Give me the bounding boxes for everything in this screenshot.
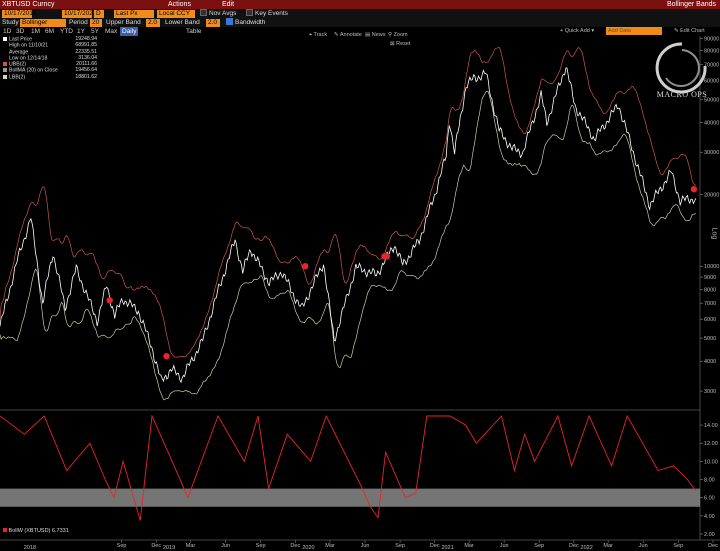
edit-chart-button[interactable]: ✎ Edit Chart <box>674 28 705 34</box>
x-tick-label: Dec <box>430 543 440 549</box>
y-tick-label: 9000 <box>704 275 716 281</box>
legend-swatch <box>3 37 7 41</box>
zoom-tool[interactable]: ⚲ Zoom <box>388 32 408 38</box>
y-tick-label: 5000 <box>704 336 716 342</box>
bw-tick-label: 10.00 <box>704 459 718 465</box>
bandwidth-legend: BollW (XBTUSD) 6.7331 <box>3 528 69 534</box>
x-tick-label: Mar <box>325 543 335 549</box>
legend-spacer <box>3 56 7 60</box>
track-label: Track <box>313 32 328 38</box>
legend-spacer <box>3 50 7 54</box>
bandwidth-swatch <box>3 528 7 532</box>
upper-band-line <box>0 46 697 358</box>
legend-text: BollMA (20) on Close <box>9 67 58 74</box>
x-tick-label: Mar <box>464 543 474 549</box>
x-year-label: 2019 <box>163 545 175 551</box>
x-year-label: 2022 <box>581 545 593 551</box>
pencil-icon: ✎ <box>674 28 679 34</box>
annotate-icon: ✎ <box>334 32 339 38</box>
quick-add-label: Quick Add <box>564 28 590 34</box>
legend-text: UBB(2) <box>9 61 27 68</box>
bw-tick-label: 12.00 <box>704 441 718 447</box>
y-tick-label: 10000 <box>704 264 719 270</box>
legend-row: LBB(2) 18801.62 <box>3 73 97 81</box>
bw-tick-label: 8.00 <box>704 478 715 484</box>
signal-dot <box>383 253 390 260</box>
bandwidth-legend-value: 6.7331 <box>51 528 69 534</box>
legend-text: Low on 12/14/18 <box>9 55 48 62</box>
x-year-label: 2018 <box>24 545 36 551</box>
y-tick-label: 7000 <box>704 301 716 307</box>
y-tick-label: 20000 <box>704 192 719 198</box>
x-tick-label: Mar <box>603 543 613 549</box>
legend-text: Last Price <box>9 36 33 43</box>
reset-icon: ⊠ <box>390 41 395 47</box>
signal-dot <box>690 186 698 193</box>
legend-label: LBB(2) <box>3 74 26 81</box>
x-tick-label: Jun <box>639 543 648 549</box>
legend-swatch <box>3 62 7 67</box>
add-data-input[interactable]: Add Data <box>606 27 662 35</box>
x-tick-label: Dec <box>708 543 718 549</box>
annotate-tool[interactable]: ✎ Annotate <box>334 32 362 38</box>
quick-add-button[interactable]: + Quick Add ▾ <box>560 28 594 34</box>
legend-swatch <box>3 74 7 79</box>
news-icon: ▤ <box>365 32 371 38</box>
x-tick-label: Dec <box>151 543 161 549</box>
news-tool[interactable]: ▤ News <box>365 32 386 38</box>
bw-tick-label: 2.00 <box>704 532 715 538</box>
legend-swatch <box>3 68 7 73</box>
bandwidth-threshold-zone <box>0 488 700 507</box>
bw-tick-label: 4.00 <box>704 514 715 520</box>
legend-value: 18801.62 <box>75 73 97 80</box>
annotate-label: Annotate <box>339 32 362 38</box>
zoom-label: Zoom <box>393 32 408 38</box>
y-tick-label: 3000 <box>704 389 716 395</box>
edit-chart-label: Edit Chart <box>680 28 705 34</box>
signal-dot <box>163 352 170 360</box>
x-year-label: 2021 <box>441 545 453 551</box>
legend-text: Average <box>9 49 29 56</box>
x-tick-label: Dec <box>290 543 300 549</box>
x-tick-label: Jun <box>500 543 509 549</box>
bw-tick-label: 14.00 <box>704 423 718 429</box>
track-icon: ⌖ <box>309 32 313 38</box>
bw-tick-label: 6.00 <box>704 496 715 502</box>
plus-icon: + <box>560 28 564 34</box>
legend-spacer <box>3 43 7 47</box>
x-tick-label: Jun <box>221 543 230 549</box>
zoom-icon: ⚲ <box>388 32 393 38</box>
signal-dot <box>302 262 309 270</box>
signal-dot <box>106 297 113 304</box>
bandwidth-legend-label: BollW (XBTUSD) <box>8 528 51 534</box>
x-tick-label: Sep <box>256 543 266 549</box>
logo-brand: MACRO OPS <box>656 90 708 99</box>
y-axis-label: Log <box>710 227 718 240</box>
reset-label: Reset <box>396 41 411 47</box>
legend-text: LBB(2) <box>9 74 26 81</box>
x-tick-label: Jun <box>361 543 370 549</box>
x-tick-label: Sep <box>395 543 405 549</box>
x-year-label: 2020 <box>302 545 314 551</box>
chart-canvas[interactable]: 9000080000700006000050000400003000020000… <box>0 0 720 551</box>
lower-band-line <box>0 90 696 401</box>
legend-text: High on 11/10/21 <box>9 42 49 49</box>
chart-legend: Last Price 19248.94 High on 11/10/21 68991.… <box>3 36 97 82</box>
news-label: News <box>371 32 386 38</box>
track-tool[interactable]: ⌖ Track <box>309 32 327 39</box>
y-tick-label: 30000 <box>704 150 719 156</box>
x-tick-label: Sep <box>534 543 544 549</box>
reset-button[interactable]: ⊠ Reset <box>390 41 411 47</box>
x-tick-label: Mar <box>186 543 196 549</box>
y-tick-label: 8000 <box>704 287 716 293</box>
x-tick-label: Dec <box>569 543 579 549</box>
y-tick-label: 6000 <box>704 317 716 323</box>
y-tick-label: 4000 <box>704 359 716 365</box>
y-tick-label: 40000 <box>704 120 719 126</box>
x-tick-label: Sep <box>117 543 127 549</box>
macro-ops-logo: MACRO OPS <box>652 38 712 100</box>
chevron-down-icon: ▾ <box>591 28 595 34</box>
x-tick-label: Sep <box>673 543 683 549</box>
